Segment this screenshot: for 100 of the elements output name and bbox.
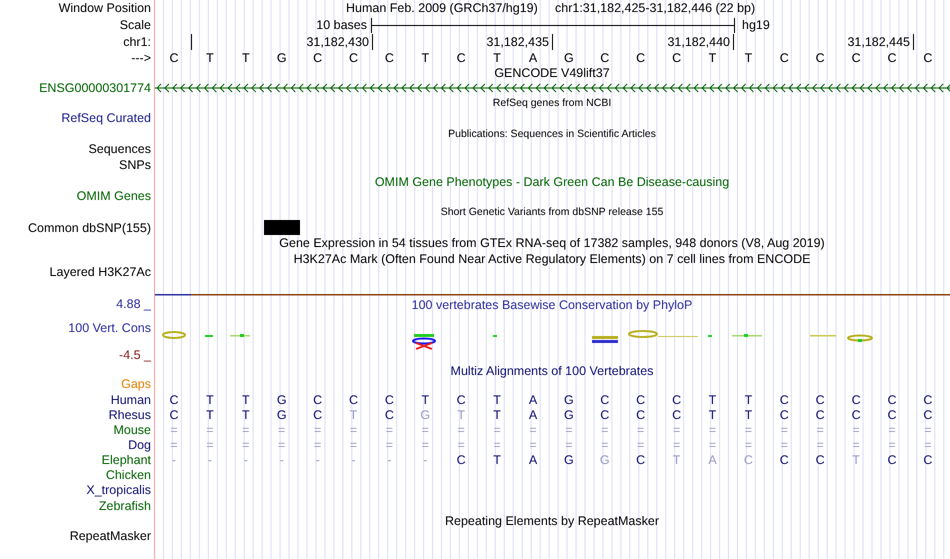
aligned-base: = xyxy=(708,438,716,452)
aligned-base: = xyxy=(601,423,608,437)
aligned-base: = xyxy=(565,438,573,452)
sequence-base: C xyxy=(600,51,610,65)
position-range: chr1:31,182,425-31,182,446 (22 bp) xyxy=(555,1,756,15)
aligned-base: = xyxy=(458,438,465,452)
aligned-base: C xyxy=(852,393,861,407)
aligned-base: T xyxy=(421,393,430,407)
aligned-base: - xyxy=(172,453,176,467)
aligned-base: C xyxy=(744,453,753,467)
aligned-base: C xyxy=(852,408,861,422)
track-label: -4.5 _ xyxy=(119,348,151,362)
aligned-base: = xyxy=(601,438,608,452)
aligned-base: C xyxy=(923,408,932,422)
sequence-base: C xyxy=(887,51,897,65)
ruler-tick xyxy=(733,34,734,50)
aligned-base: = xyxy=(170,438,178,452)
aligned-base: C xyxy=(169,393,179,407)
aligned-base: - xyxy=(208,453,212,467)
aligned-base: C xyxy=(887,453,897,467)
aligned-base: C xyxy=(384,408,394,422)
aligned-base: A xyxy=(528,453,538,467)
aligned-base: = xyxy=(637,423,644,437)
track-label: Dog xyxy=(128,438,151,452)
aligned-base: - xyxy=(387,453,392,467)
aligned-base: T xyxy=(708,408,716,422)
aligned-base: C xyxy=(923,393,932,407)
track-title: H3K27Ac Mark (Often Found Near Active Regulatory Elements) on 7 cell lines from ENCODE xyxy=(294,252,810,266)
aligned-base: C xyxy=(816,408,825,422)
ruler-tick xyxy=(552,34,553,50)
aligned-base: - xyxy=(423,453,428,467)
track-title: GENCODE V49lift37 xyxy=(494,66,610,80)
aligned-base: C xyxy=(780,453,789,467)
sequence-base: C xyxy=(313,51,322,65)
aligned-base: T xyxy=(744,408,752,422)
track-label: Gaps xyxy=(121,377,151,391)
track-label: 100 Vert. Cons xyxy=(68,321,151,335)
sequence-base: C xyxy=(923,51,932,65)
aligned-base: = xyxy=(242,423,250,437)
sequence-base: C xyxy=(169,51,179,65)
aligned-base: T xyxy=(242,393,250,407)
aligned-base: = xyxy=(780,438,788,452)
aligned-base: T xyxy=(242,408,250,422)
sequence-base: G xyxy=(564,51,574,65)
aligned-base: = xyxy=(924,438,932,452)
sequence-base: T xyxy=(708,51,716,65)
sequence-base: G xyxy=(276,51,287,65)
aligned-base: = xyxy=(350,423,358,437)
aligned-base: = xyxy=(888,423,896,437)
aligned-base: = xyxy=(314,438,322,452)
aligned-base: A xyxy=(708,453,717,467)
aligned-base: = xyxy=(565,423,573,437)
aligned-base: = xyxy=(744,423,752,437)
aligned-base: C xyxy=(456,393,466,407)
track-title: Gene Expression in 54 tissues from GTEx RNA-seq of 17382 samples, 948 donors (V8, Aug 2019) xyxy=(279,236,825,250)
aligned-base: = xyxy=(852,423,860,437)
track-title: Multiz Alignments of 100 Vertebrates xyxy=(450,364,654,378)
aligned-base: = xyxy=(852,438,860,452)
track-title: OMIM Gene Phenotypes - Dark Green Can Be Disease-causing xyxy=(374,175,730,189)
aligned-base: C xyxy=(780,393,789,407)
track-label: Sequences xyxy=(88,142,151,156)
aligned-base: T xyxy=(744,393,752,407)
aligned-base: - xyxy=(316,453,320,467)
sequence-base: C xyxy=(384,51,394,65)
aligned-base: = xyxy=(242,438,250,452)
aligned-base: = xyxy=(278,423,286,437)
aligned-base: = xyxy=(493,438,501,452)
ruler-label: 31,182,445 xyxy=(847,35,910,49)
aligned-base: = xyxy=(422,423,429,437)
aligned-base: C xyxy=(600,408,610,422)
track-label: Rhesus xyxy=(108,408,151,422)
aligned-base: = xyxy=(816,423,824,437)
aligned-base: G xyxy=(564,453,574,467)
sequence-base: A xyxy=(528,51,538,65)
aligned-base: C xyxy=(600,393,610,407)
aligned-base: A xyxy=(528,393,538,407)
aligned-base: C xyxy=(636,393,646,407)
track-label: 4.88 _ xyxy=(116,297,151,311)
aligned-base: = xyxy=(386,438,394,452)
track-label: chr1: xyxy=(123,35,151,49)
aligned-base: C xyxy=(887,408,897,422)
aligned-base: = xyxy=(744,438,752,452)
track-label: Window Position xyxy=(58,1,151,15)
sequence-base: C xyxy=(672,51,682,65)
track-label: OMIM Genes xyxy=(76,189,151,203)
sequence-base: C xyxy=(636,51,646,65)
aligned-base: - xyxy=(280,453,284,467)
aligned-base: = xyxy=(888,438,896,452)
track-label: Elephant xyxy=(102,453,151,467)
aligned-base: = xyxy=(708,423,716,437)
aligned-base: = xyxy=(170,423,178,437)
aligned-base: T xyxy=(350,408,358,422)
aligned-base: = xyxy=(278,438,286,452)
sequence-base: T xyxy=(242,51,250,65)
aligned-base: G xyxy=(564,393,574,407)
ruler-label: 31,182,430 xyxy=(306,35,369,49)
snp-mark xyxy=(264,220,300,235)
aligned-base: C xyxy=(348,393,358,407)
aligned-base: T xyxy=(493,393,501,407)
aligned-base: T xyxy=(206,393,214,407)
